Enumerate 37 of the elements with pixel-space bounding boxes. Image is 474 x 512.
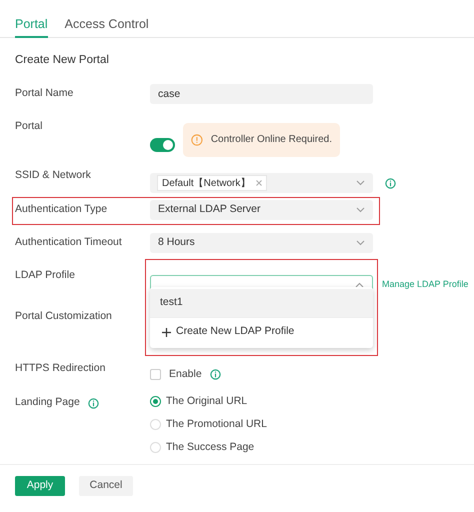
- field-label: Authentication Type: [15, 202, 108, 218]
- info-icon[interactable]: [210, 369, 221, 380]
- field-label: HTTPS Redirection: [15, 361, 106, 376]
- select-field[interactable]: 8 Hours: [150, 233, 373, 253]
- checkbox-label: Enable: [169, 366, 202, 382]
- checkbox[interactable]: [150, 369, 161, 380]
- radio-label: The Promotional URL: [166, 416, 267, 432]
- field-label: SSID & Network: [15, 168, 91, 184]
- select-field[interactable]: Default【Network】: [150, 173, 373, 193]
- tab[interactable]: Access Control: [64, 0, 149, 38]
- field-label: Portal: [15, 119, 42, 134]
- tag-chip: Default【Network】: [157, 175, 268, 191]
- chevron-up-icon: [355, 282, 364, 288]
- chevron-down-icon: [356, 207, 365, 213]
- create-profile-button[interactable]: Create New LDAP Profile: [150, 318, 373, 346]
- radio-label: The Original URL: [166, 394, 248, 409]
- plus-icon: [162, 328, 171, 336]
- dropdown-option[interactable]: test1: [150, 289, 373, 317]
- toggle-switch[interactable]: [150, 138, 175, 152]
- warning-icon: [191, 132, 203, 146]
- close-icon[interactable]: [256, 180, 262, 186]
- info-icon[interactable]: [88, 398, 99, 408]
- chevron-down-icon: [356, 180, 365, 186]
- info-icon[interactable]: [385, 178, 396, 188]
- section-title: Create New Portal: [15, 53, 110, 68]
- chevron-down-icon: [356, 240, 365, 246]
- alert-text: Controller Online Required.: [210, 133, 332, 147]
- field-label: LDAP Profile: [15, 268, 75, 284]
- field-label: Portal Customization: [15, 309, 112, 324]
- field-label: Portal Name: [15, 86, 74, 102]
- radio-label: The Success Page: [166, 440, 254, 455]
- cancel-button[interactable]: Cancel: [79, 476, 133, 496]
- text-field[interactable]: case: [150, 84, 373, 104]
- field-label: Authentication Timeout: [15, 235, 122, 250]
- radio-button[interactable]: [150, 396, 161, 407]
- select-field[interactable]: External LDAP Server: [150, 200, 373, 220]
- field-label: Landing Page: [15, 395, 80, 410]
